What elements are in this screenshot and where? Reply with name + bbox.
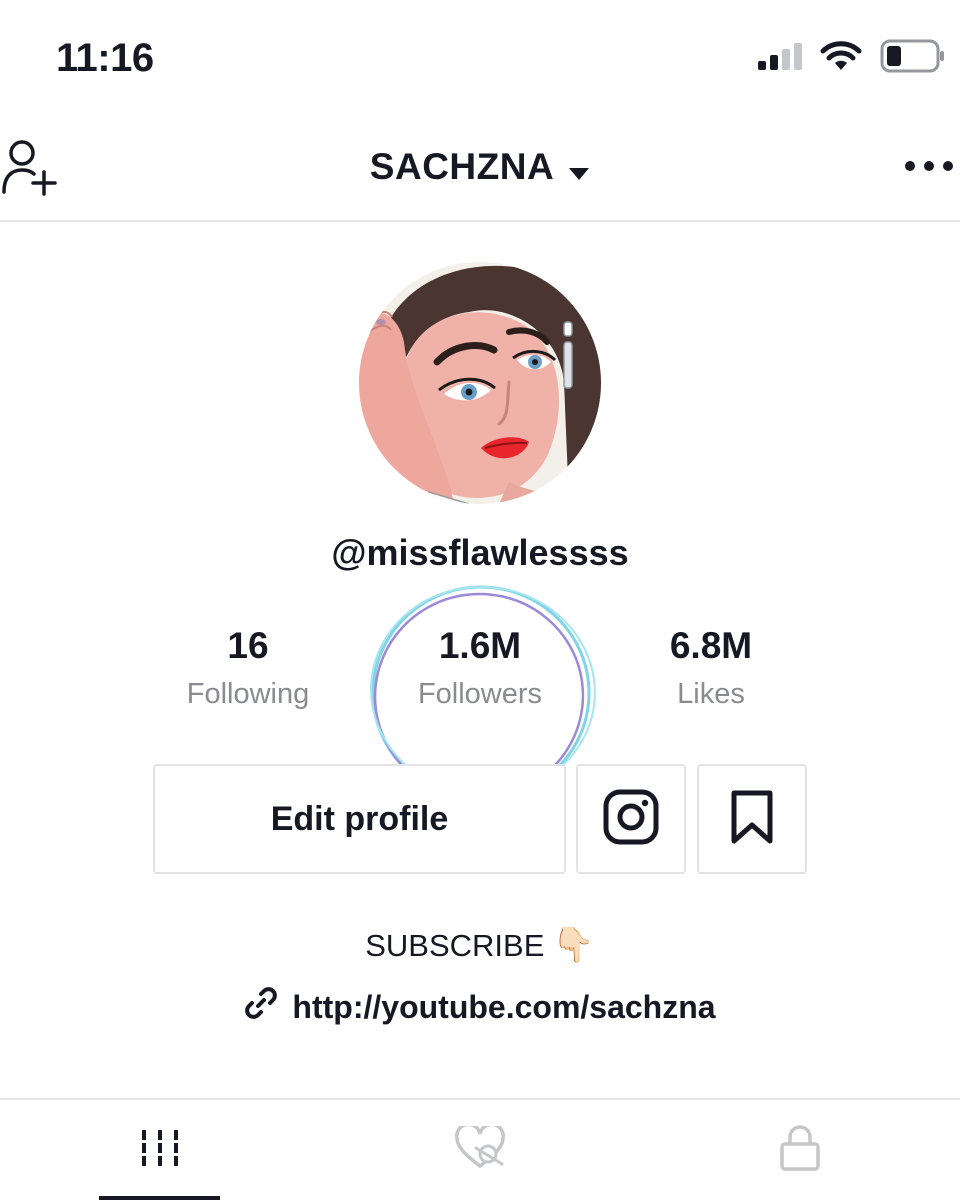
wifi-icon <box>820 40 862 77</box>
tab-private[interactable] <box>640 1100 960 1200</box>
signal-icon <box>756 41 802 76</box>
avatar[interactable] <box>359 262 601 504</box>
username: @missflawlessss <box>331 532 629 573</box>
link-icon <box>244 986 278 1028</box>
account-switcher[interactable]: SACHZNA <box>0 146 960 190</box>
stat-followers[interactable]: 1.6M Followers <box>360 622 600 711</box>
lock-icon <box>779 1124 821 1177</box>
grid-icon <box>140 1128 180 1173</box>
content-tabs <box>0 1098 960 1200</box>
status-icons <box>756 38 946 78</box>
likes-label: Likes <box>677 678 745 710</box>
likes-count: 6.8M <box>669 625 753 666</box>
more-icon[interactable] <box>904 154 954 178</box>
bookmark-icon <box>730 789 774 850</box>
link-text: http://youtube.com/sachzna <box>292 988 716 1025</box>
active-tab-indicator <box>99 1196 220 1200</box>
pointing-down-emoji: 👇🏻 <box>552 926 595 964</box>
following-label: Following <box>186 678 310 710</box>
status-time: 11:16 <box>56 36 154 80</box>
tab-liked[interactable] <box>320 1100 640 1200</box>
followers-label: Followers <box>417 678 543 710</box>
profile-link[interactable]: http://youtube.com/sachzna <box>0 986 960 1028</box>
account-name: SACHZNA <box>369 146 555 187</box>
status-bar: 11:16 <box>0 0 960 110</box>
stat-likes[interactable]: 6.8M Likes <box>591 622 831 711</box>
instagram-button[interactable] <box>576 764 686 874</box>
favorites-button[interactable] <box>697 764 807 874</box>
stat-following[interactable]: 16 Following <box>128 622 368 711</box>
caret-down-icon <box>568 148 590 190</box>
tab-videos[interactable] <box>0 1100 320 1200</box>
bio: SUBSCRIBE 👇🏻 <box>0 925 960 965</box>
profile-header: SACHZNA <box>0 110 960 222</box>
following-count: 16 <box>227 625 269 666</box>
followers-count: 1.6M <box>438 625 522 666</box>
bio-text: SUBSCRIBE <box>365 928 545 963</box>
instagram-icon <box>603 789 659 850</box>
edit-profile-button[interactable]: Edit profile <box>153 764 566 874</box>
liked-hidden-icon <box>454 1122 506 1175</box>
battery-icon <box>880 39 946 78</box>
